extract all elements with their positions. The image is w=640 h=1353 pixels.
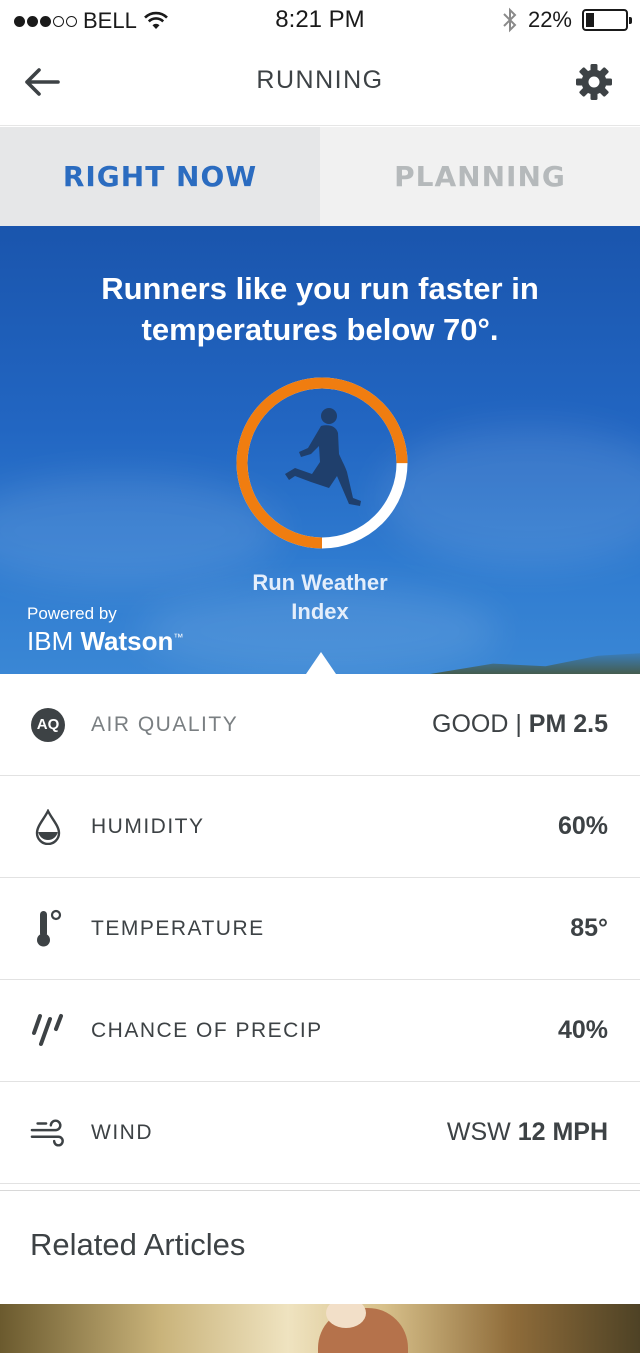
page-title: RUNNING <box>256 66 384 94</box>
metric-value: 40% <box>558 1016 608 1045</box>
battery-percent: 22% <box>527 7 572 32</box>
metric-label: TEMPERATURE <box>91 916 265 940</box>
metric-row-air-quality[interactable]: AQ AIR QUALITY GOOD | PM 2.5 <box>0 674 640 776</box>
metric-value: 60% <box>558 812 608 841</box>
metric-value: WSW 12 MPH <box>447 1118 608 1147</box>
status-bar: BELL 8:21 PM 22% <box>0 0 640 42</box>
runner-icon <box>285 408 361 506</box>
bluetooth-icon <box>503 7 517 33</box>
metric-value-light: GOOD | <box>432 710 529 738</box>
metric-label: WIND <box>91 1120 153 1144</box>
nav-bar: RUNNING <box>0 42 640 126</box>
metric-label: CHANCE OF PRECIP <box>91 1018 323 1042</box>
powered-by-text: Powered by <box>27 604 117 623</box>
metric-row-temperature[interactable]: TEMPERATURE 85° <box>0 878 640 980</box>
metric-label: AIR QUALITY <box>91 712 239 736</box>
battery-fill <box>586 13 594 27</box>
brand-name: Watson <box>80 626 174 656</box>
conditions-list: AQ AIR QUALITY GOOD | PM 2.5 HUMIDITY 60… <box>0 674 640 1184</box>
metric-value-bold: PM 2.5 <box>528 710 608 738</box>
metric-value: 85° <box>570 914 608 943</box>
metric-row-humidity[interactable]: HUMIDITY 60% <box>0 776 640 878</box>
aq-badge-icon: AQ <box>30 707 66 743</box>
ibm-watson-logo: Powered by IBM Watson™ <box>27 604 183 657</box>
brand-prefix: IBM <box>27 626 74 656</box>
tab-bar: RIGHT NOW PLANNING <box>0 127 640 226</box>
rain-icon <box>30 1013 66 1049</box>
run-weather-index-gauge[interactable] <box>229 370 415 556</box>
article-thumbnail-image[interactable] <box>0 1304 640 1353</box>
section-pointer <box>306 652 336 674</box>
metric-row-wind[interactable]: WIND WSW 12 MPH <box>0 1082 640 1184</box>
metric-value-bold: 60% <box>557 812 608 840</box>
droplet-icon <box>30 808 66 845</box>
run-weather-hero: Runners like you run faster in temperatu… <box>0 226 640 674</box>
tab-planning[interactable]: PLANNING <box>320 127 640 226</box>
metric-value-bold: 12 MPH <box>517 1118 608 1146</box>
index-label-line2: Index <box>291 599 349 624</box>
thermometer-icon <box>30 909 66 947</box>
run-weather-index-label[interactable]: Run Weather Index <box>200 568 440 626</box>
aq-badge: AQ <box>31 707 65 742</box>
insight-message: Runners like you run faster in temperatu… <box>101 271 539 347</box>
related-articles-section: Related Articles <box>0 1190 640 1304</box>
metric-label: HUMIDITY <box>91 814 205 838</box>
metric-value-bold: 40% <box>557 1016 608 1044</box>
index-label-line1: Run Weather <box>252 570 388 595</box>
related-articles-heading: Related Articles <box>30 1227 246 1262</box>
watson-wordmark: IBM Watson™ <box>27 626 183 657</box>
gear-icon[interactable] <box>574 62 614 102</box>
metric-row-precip[interactable]: CHANCE OF PRECIP 40% <box>0 980 640 1082</box>
brand-tm: ™ <box>173 632 184 644</box>
metric-value-bold: 85° <box>570 914 608 942</box>
tab-right-now[interactable]: RIGHT NOW <box>0 127 320 226</box>
wind-icon <box>30 1115 66 1151</box>
battery-icon <box>582 9 632 31</box>
metric-value-light: WSW <box>446 1118 518 1146</box>
metric-value: GOOD | PM 2.5 <box>432 710 608 739</box>
status-right: 22% <box>502 7 632 33</box>
